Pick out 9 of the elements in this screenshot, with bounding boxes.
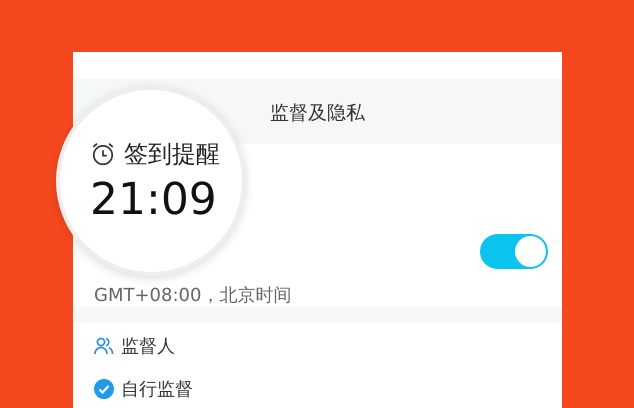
reminder-label: 签到提醒: [124, 138, 220, 170]
reminder-time: 21:09: [90, 174, 218, 224]
option-row[interactable]: 自行监督: [73, 370, 562, 408]
people-icon: [94, 336, 114, 356]
option-row[interactable]: 监督人: [73, 322, 562, 370]
toggle-switch[interactable]: [480, 234, 548, 269]
timezone-text: GMT+08:00，北京时间: [94, 284, 292, 307]
screen-title: 监督及隐私: [270, 101, 365, 126]
alarm-clock-icon: [90, 140, 116, 166]
